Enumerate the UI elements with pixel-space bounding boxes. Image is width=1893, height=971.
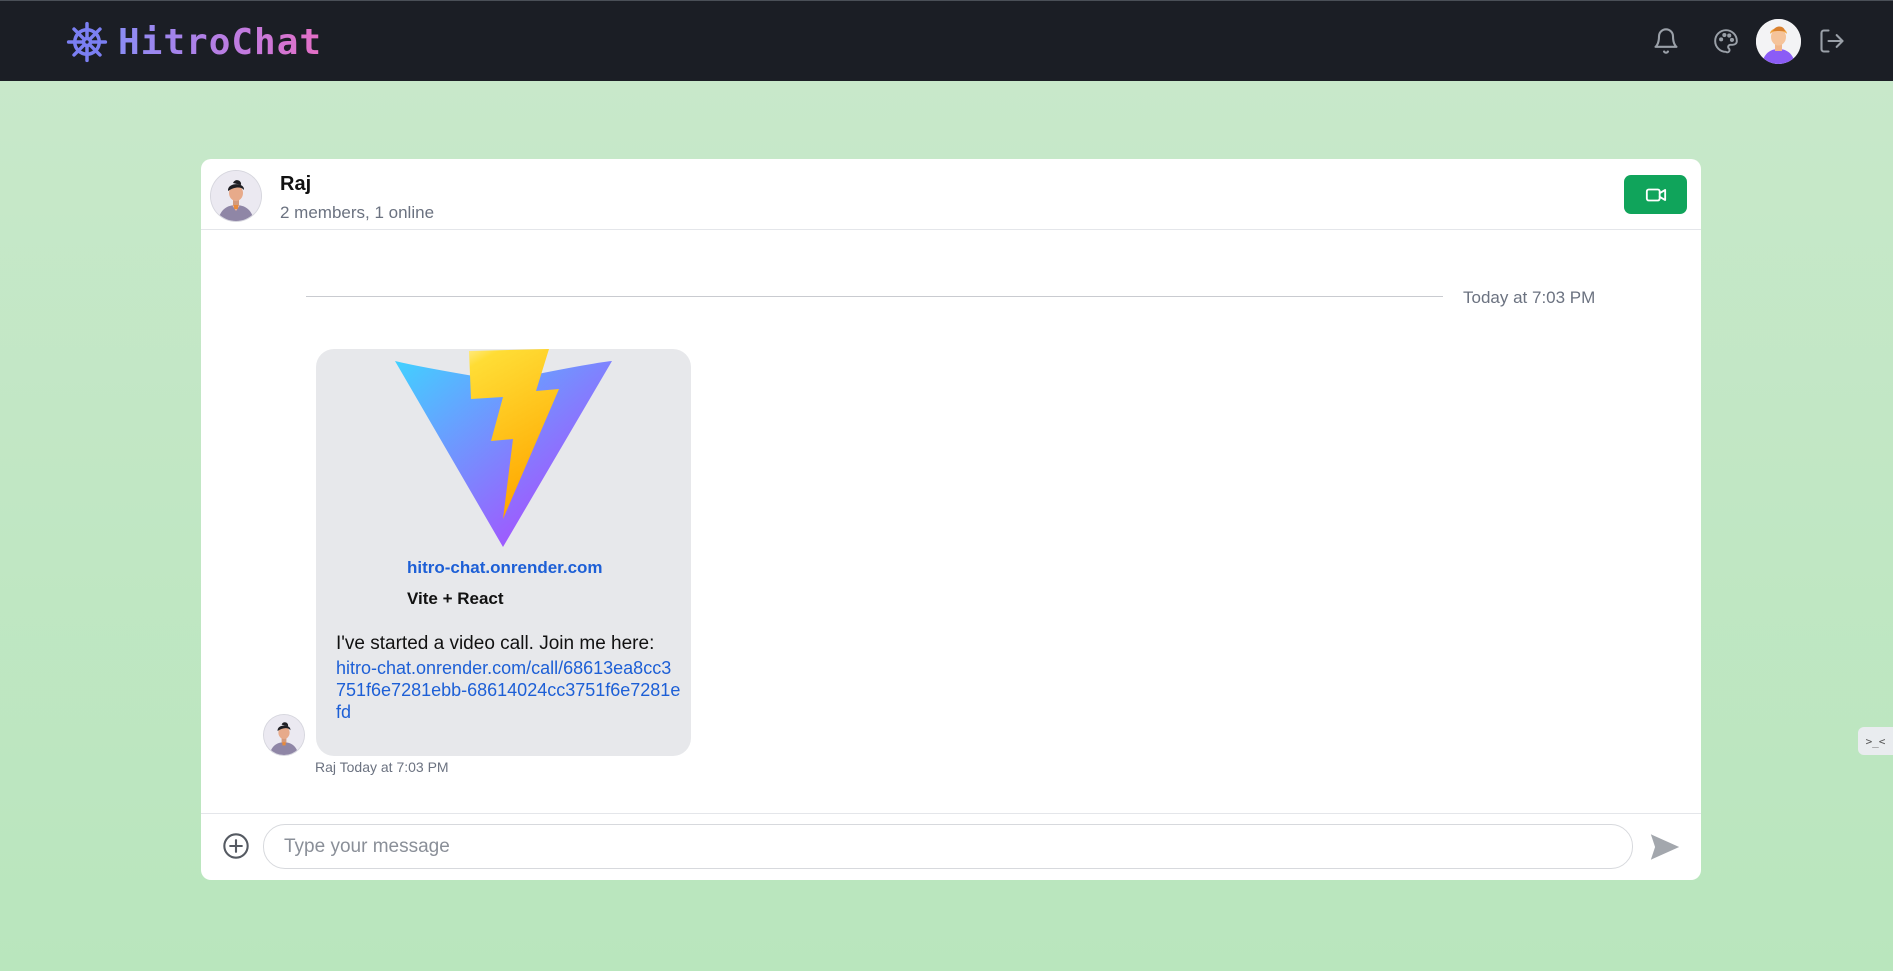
chat-member-status: 2 members, 1 online	[280, 203, 435, 222]
message-text: I've started a video call. Join me here:	[336, 633, 655, 654]
logout-button[interactable]	[1814, 23, 1850, 59]
sender-avatar[interactable]	[264, 715, 304, 755]
message-composer	[201, 813, 1701, 880]
ship-wheel-icon	[66, 21, 108, 63]
send-icon[interactable]	[1647, 830, 1683, 864]
user-avatar[interactable]	[1756, 19, 1801, 64]
palette-icon	[1714, 29, 1738, 54]
chat-header: Raj 2 members, 1 online	[201, 159, 1701, 230]
date-divider: Today at 7:03 PM	[1463, 288, 1596, 307]
date-divider-line	[306, 296, 1443, 297]
chat-name: Raj	[280, 173, 312, 195]
video-camera-icon	[1645, 188, 1666, 201]
app-name: HitroChat	[118, 21, 323, 63]
chat-window: Raj 2 members, 1 online Today at 7:03 PM	[201, 159, 1701, 880]
message-bubble: hitro-chat.onrender.com Vite + React I'v…	[316, 349, 691, 756]
bell-icon	[1654, 28, 1678, 54]
video-call-button[interactable]	[1624, 175, 1687, 214]
link-preview-title: Vite + React	[407, 589, 504, 608]
link-preview-domain[interactable]: hitro-chat.onrender.com	[407, 558, 603, 578]
message-meta: Raj Today at 7:03 PM	[315, 759, 449, 775]
chat-avatar[interactable]	[211, 171, 261, 221]
theme-button[interactable]	[1708, 23, 1744, 59]
add-attachment-icon[interactable]	[222, 832, 250, 860]
message-input[interactable]	[263, 824, 1633, 869]
side-devtools-tab[interactable]: >_<	[1858, 727, 1893, 755]
brand[interactable]: HitroChat	[66, 21, 322, 63]
notifications-button[interactable]	[1648, 23, 1684, 59]
vite-logo-image	[395, 349, 612, 547]
video-call-link[interactable]: hitro-chat.onrender.com/call/68613ea8cc3…	[336, 657, 681, 723]
top-navbar: HitroChat	[0, 0, 1893, 81]
logout-icon	[1820, 29, 1844, 53]
